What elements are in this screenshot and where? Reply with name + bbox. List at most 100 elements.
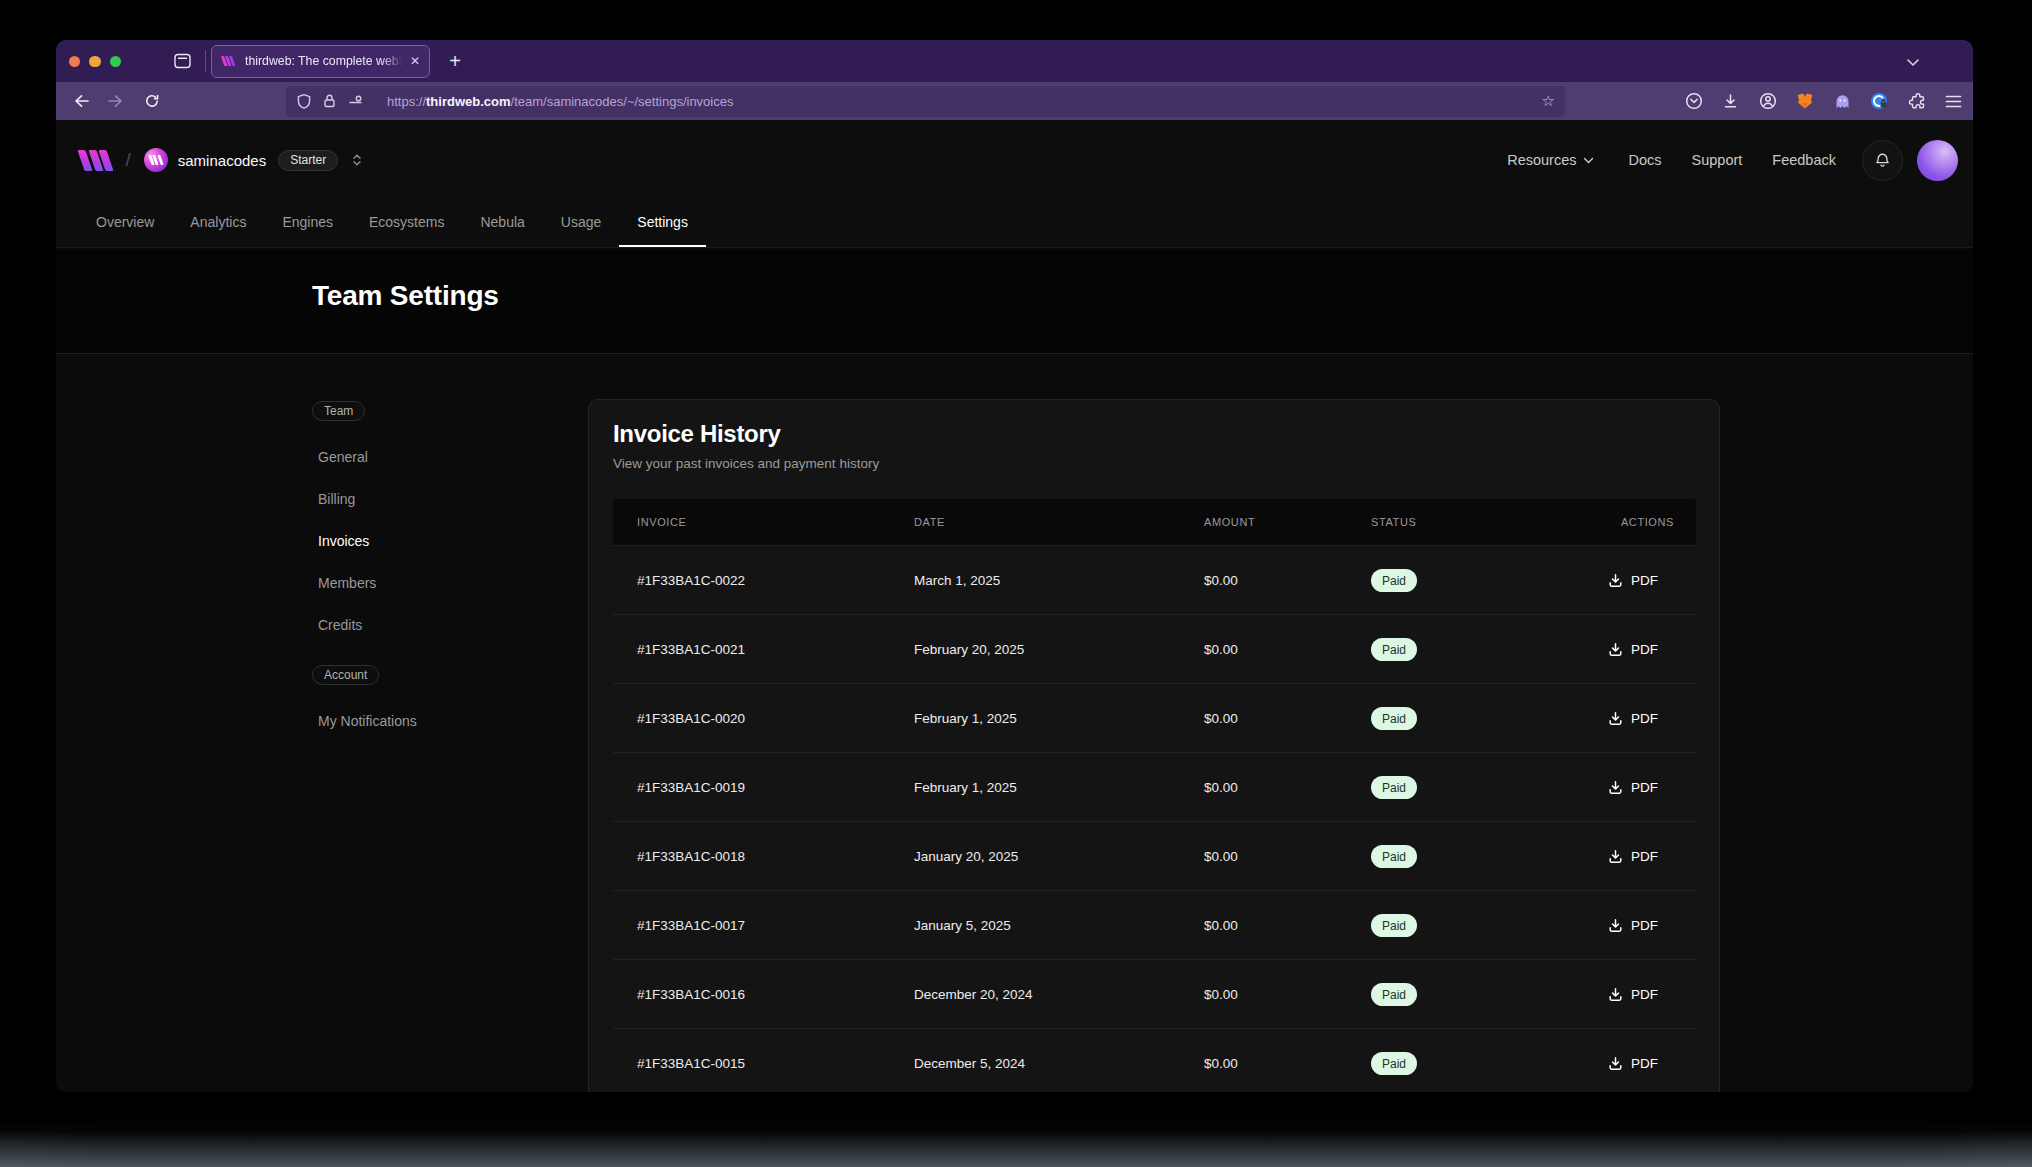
thirdweb-favicon-icon [221,53,237,69]
feedback-link[interactable]: Feedback [1772,152,1836,168]
download-icon [1608,1056,1623,1071]
invoice-date: February 1, 2025 [914,753,1017,822]
chevron-down-icon [1583,157,1594,164]
user-avatar[interactable] [1917,140,1958,181]
thirdweb-logo-icon[interactable] [81,150,110,171]
zoom-window-button[interactable] [110,56,122,68]
nav-tab[interactable]: Analytics [172,197,264,247]
invoice-row: #1F33BA1C-0015 December 5, 2024 $0.00 Pa… [613,1028,1696,1092]
team-name[interactable]: saminacodes [178,152,266,169]
browser-titlebar: thirdweb: The complete web3 d ✕ + [56,40,1973,82]
invoice-amount: $0.00 [1204,684,1238,753]
url-text[interactable]: https://thirdweb.com/team/saminacodes/~/… [387,94,1542,109]
notifications-button[interactable] [1862,140,1903,181]
list-tabs-chevron-icon[interactable] [1906,53,1920,71]
invoice-amount: $0.00 [1204,546,1238,615]
support-link[interactable]: Support [1692,152,1743,168]
site-header: / saminacodes Starter Resources Docs Sup… [56,120,1973,248]
tab-separator [205,50,206,72]
sidebar-team-items: General Billing Invoices Members Credits [318,447,376,657]
nav-tab[interactable]: Settings [619,197,706,247]
download-icon [1608,780,1623,795]
download-pdf-button[interactable]: PDF [1608,684,1658,753]
card-subtitle: View your past invoices and payment hist… [613,456,879,471]
invoice-amount: $0.00 [1204,891,1238,960]
status-badge: Paid [1371,638,1417,661]
team-switcher-icon[interactable] [350,152,364,168]
address-bar[interactable]: https://thirdweb.com/team/saminacodes/~/… [286,86,1565,117]
plan-badge: Starter [278,150,338,171]
shield-icon[interactable] [296,93,312,110]
sidebar-item[interactable]: Invoices [318,531,376,551]
invoice-date: January 20, 2025 [914,822,1018,891]
nav-tab[interactable]: Ecosystems [351,197,462,247]
download-pdf-button[interactable]: PDF [1608,891,1658,960]
invoice-table: INVOICE DATE AMOUNT STATUS ACTIONS #1F33… [613,499,1696,1092]
nav-tab[interactable]: Usage [543,197,619,247]
col-actions: ACTIONS [1621,499,1674,545]
invoice-number: #1F33BA1C-0018 [637,822,745,891]
status-badge: Paid [1371,569,1417,592]
browser-tab[interactable]: thirdweb: The complete web3 d ✕ [211,45,430,78]
close-window-button[interactable] [69,56,81,68]
sidebar-item[interactable]: Billing [318,489,376,509]
sidebar-item[interactable]: My Notifications [318,711,417,731]
invoice-row: #1F33BA1C-0019 February 1, 2025 $0.00 Pa… [613,752,1696,821]
sidebar-item[interactable]: General [318,447,376,467]
invoice-number: #1F33BA1C-0019 [637,753,745,822]
permissions-icon[interactable] [347,93,364,109]
breadcrumb-separator: / [126,149,131,171]
card-title: Invoice History [613,420,781,448]
new-tab-button[interactable]: + [440,46,470,76]
metamask-icon[interactable] [1796,93,1814,110]
lock-icon[interactable] [322,93,337,109]
bookmark-star-icon[interactable]: ☆ [1542,92,1555,110]
desktop-wallpaper [0,1119,2032,1167]
invoice-number: #1F33BA1C-0022 [637,546,745,615]
firefox-view-icon[interactable] [174,53,191,73]
invoice-row: #1F33BA1C-0021 February 20, 2025 $0.00 P… [613,614,1696,683]
back-button[interactable] [73,93,90,113]
downloads-icon[interactable] [1722,93,1739,110]
invoice-amount: $0.00 [1204,615,1238,684]
menu-hamburger-icon[interactable] [1945,94,1962,109]
invoice-number: #1F33BA1C-0020 [637,684,745,753]
download-pdf-button[interactable]: PDF [1608,960,1658,1029]
resources-menu[interactable]: Resources [1507,152,1594,168]
forward-button[interactable] [107,93,124,113]
download-icon [1608,573,1623,588]
status-badge: Paid [1371,983,1417,1006]
download-icon [1608,849,1623,864]
nav-tab[interactable]: Overview [78,197,172,247]
team-avatar[interactable] [144,148,168,172]
browser-window: thirdweb: The complete web3 d ✕ + [56,40,1973,1092]
download-pdf-button[interactable]: PDF [1608,1029,1658,1092]
nav-tab[interactable]: Engines [264,197,351,247]
invoice-row: #1F33BA1C-0017 January 5, 2025 $0.00 Pai… [613,890,1696,959]
download-pdf-button[interactable]: PDF [1608,546,1658,615]
tab-close-icon[interactable]: ✕ [410,54,420,68]
tab-title: thirdweb: The complete web3 d [245,54,406,68]
invoice-date: February 20, 2025 [914,615,1024,684]
download-pdf-button[interactable]: PDF [1608,615,1658,684]
url-domain: thirdweb.com [426,94,511,109]
invoice-date: March 1, 2025 [914,546,1000,615]
invoice-row: #1F33BA1C-0018 January 20, 2025 $0.00 Pa… [613,821,1696,890]
minimize-window-button[interactable] [89,56,101,68]
invoice-row: #1F33BA1C-0022 March 1, 2025 $0.00 Paid … [613,545,1696,614]
download-pdf-button[interactable]: PDF [1608,753,1658,822]
reload-button[interactable] [144,93,160,113]
sidebar-item[interactable]: Members [318,573,376,593]
sidebar-item[interactable]: Credits [318,615,376,635]
phantom-icon[interactable] [1834,93,1851,110]
pocket-icon[interactable] [1685,92,1703,110]
nav-tab[interactable]: Nebula [462,197,542,247]
download-pdf-button[interactable]: PDF [1608,822,1658,891]
invoice-number: #1F33BA1C-0021 [637,615,745,684]
col-invoice: INVOICE [637,499,686,545]
extensions-puzzle-icon[interactable] [1908,92,1926,110]
privacy-extension-icon[interactable] [1870,92,1888,110]
account-icon[interactable] [1759,92,1777,110]
docs-link[interactable]: Docs [1628,152,1661,168]
invoice-number: #1F33BA1C-0015 [637,1029,745,1092]
